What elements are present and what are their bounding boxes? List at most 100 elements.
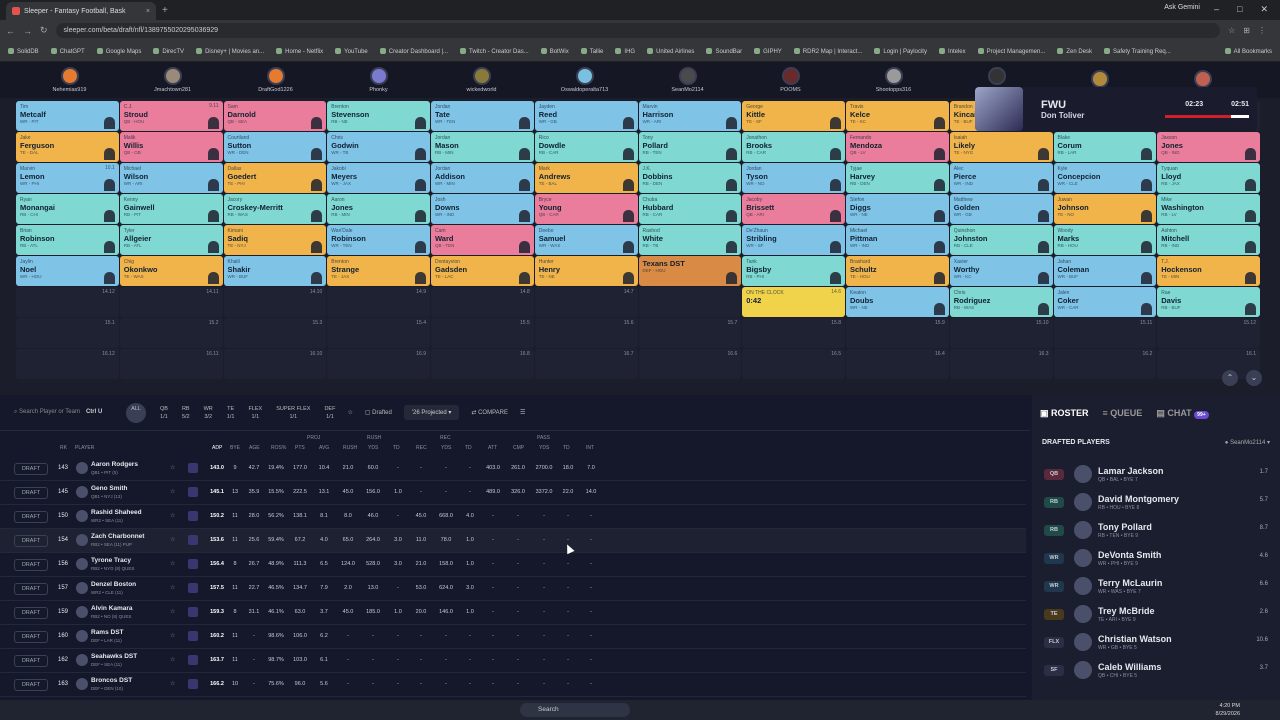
expand-down-icon[interactable]: ⌄ — [1246, 370, 1262, 386]
team-slot[interactable]: POOMS — [739, 62, 842, 98]
pick-card[interactable]: Jacoby Brissett QB - ARI — [742, 194, 845, 224]
draft-button[interactable]: DRAFT — [14, 631, 48, 643]
bookmark-link[interactable]: SoundBar — [706, 48, 742, 55]
forward-icon[interactable]: → — [23, 26, 32, 36]
draft-button[interactable]: DRAFT — [14, 535, 48, 547]
player-name[interactable]: Rams DST — [91, 629, 124, 636]
pick-card[interactable]: Kyle Concepcion WR - CLE — [1053, 163, 1157, 193]
column-header[interactable]: CMP — [513, 445, 524, 451]
roster-player[interactable]: QB Lamar Jackson QB • BAL • BYE 7 1.7 — [1038, 461, 1268, 489]
bookmark-link[interactable]: BotWix — [541, 48, 569, 55]
star-icon[interactable]: ☆ — [170, 632, 175, 639]
pick-card[interactable]: Xavier Worthy WR - KC — [949, 256, 1053, 286]
bookmark-link[interactable]: RDR2 Map | Interact... — [794, 48, 863, 55]
star-icon[interactable]: ☆ — [170, 584, 175, 591]
pick-card[interactable]: Dontayvion Gadsden TE - LAC — [431, 256, 534, 286]
pick-card[interactable]: Dallas Goedert TE - PHI — [223, 163, 327, 193]
star-icon[interactable]: ☆ — [170, 656, 175, 663]
pick-card[interactable]: Tyjae Harvey RB - DEN — [846, 163, 949, 193]
column-header[interactable]: YDS — [539, 445, 549, 451]
compare-button[interactable]: ⇄ COMPARE — [471, 409, 508, 416]
star-icon[interactable]: ☆ — [170, 560, 175, 567]
roster-player[interactable]: FLX Christian Watson WR • GB • BYE 5 10.6 — [1038, 629, 1268, 657]
pick-card[interactable]: Marvin Harrison WR - ARI — [638, 101, 742, 131]
pick-card[interactable]: Michael Pittman WR - IND — [846, 225, 949, 255]
bookmark-link[interactable]: Creator Dashboard |... — [380, 48, 448, 55]
team-slot[interactable]: Shootopps316 — [842, 62, 945, 98]
player-row[interactable]: DRAFT 154 Zach Charbonnet RB2 • SEA (11) PU… — [0, 529, 1026, 553]
roster-player[interactable]: RB David Montgomery RB • HOU • BYE 8 5.7 — [1038, 489, 1268, 517]
column-header[interactable]: AVG — [319, 445, 329, 451]
column-header[interactable]: RUSH — [343, 445, 357, 451]
player-name[interactable]: Alvin Kamara — [91, 605, 133, 612]
collapse-up-icon[interactable]: ⌃ — [1222, 370, 1238, 386]
column-header[interactable]: PTS — [295, 445, 305, 451]
queue-icon[interactable] — [188, 559, 198, 569]
pick-card[interactable]: Isaiah Likely TE - NYG — [949, 132, 1053, 162]
pick-card[interactable]: Jayden Reed WR - GB — [534, 101, 638, 131]
player-name[interactable]: Rashid Shaheed — [91, 509, 142, 516]
bookmark-link[interactable]: ChatGPT — [51, 48, 85, 55]
pick-card[interactable]: Travis Kelce TE - KC — [846, 101, 949, 131]
draft-button[interactable]: DRAFT — [14, 583, 48, 595]
player-row[interactable]: DRAFT 150 Rashid Shaheed WR2 • SEA (11) ☆ 150… — [0, 505, 1026, 529]
player-row[interactable]: DRAFT 159 Alvin Kamara RB2 • NO (8) QUES ☆ 15… — [0, 601, 1026, 625]
pick-card[interactable]: J.K. Dobbins RB - DEN — [638, 163, 742, 193]
pick-card[interactable]: Jordan Tate WR - TEN — [431, 101, 534, 131]
pick-card[interactable]: Texans DST DEF - HOU — [638, 256, 742, 286]
pick-card[interactable]: Jacory Croskey-Merritt RB - WAS — [223, 194, 327, 224]
pick-card[interactable]: Quinshon Johnston RB - CLE — [949, 225, 1053, 255]
reload-icon[interactable]: ↻ — [40, 25, 48, 36]
queue-icon[interactable] — [188, 655, 198, 665]
drafted-toggle[interactable]: ▢ Drafted — [365, 409, 392, 416]
roster-player[interactable]: SF Caleb Williams QB • CHI • BYE 5 3.7 — [1038, 657, 1268, 685]
roster-player[interactable]: WR Terry McLaurin WR • WAS • BYE 7 6.6 — [1038, 573, 1268, 601]
column-header[interactable]: INT — [586, 445, 594, 451]
draft-button[interactable]: DRAFT — [14, 655, 48, 667]
pick-card[interactable]: Ryan Monangai RB - CHI — [16, 194, 119, 224]
queue-icon[interactable] — [188, 487, 198, 497]
pick-card[interactable]: Jaxson Jones QB - IND — [1157, 132, 1260, 162]
pick-card[interactable]: Rico Dowdle RB - CAR — [534, 132, 638, 162]
pick-card[interactable]: Brenton Stevenson RB - NE — [327, 101, 430, 131]
pick-card[interactable]: Blake Corum RB - LAR — [1053, 132, 1157, 162]
pick-card[interactable]: Courtland Sutton WR - DEN — [223, 132, 327, 162]
team-selector[interactable]: ● SeanMo2114 ▾ — [1225, 439, 1270, 446]
position-filter-rb[interactable]: RB 5/2 — [182, 405, 190, 421]
bookmark-link[interactable]: Google Maps — [97, 48, 142, 55]
pick-card[interactable]: Mark Andrews TE - BAL — [534, 163, 638, 193]
pick-card[interactable]: Malik Willis QB - GB — [119, 132, 223, 162]
pick-card[interactable]: Michael Wilson WR - ARI — [119, 163, 223, 193]
column-header[interactable]: BYE — [230, 445, 240, 451]
draft-button[interactable]: DRAFT — [14, 511, 48, 523]
roster-player[interactable]: RB Tony Pollard RB • TEN • BYE 9 8.7 — [1038, 517, 1268, 545]
pick-card[interactable]: Hunter Henry TE - NE — [534, 256, 638, 286]
team-slot[interactable]: SeanMo2114 — [636, 62, 739, 98]
pick-card[interactable]: Jordan Mason RB - MIN — [431, 132, 534, 162]
column-header[interactable]: AGE — [249, 445, 260, 451]
bookmark-link[interactable]: DirecTV — [153, 48, 184, 55]
pick-card[interactable]: Deebo Samuel WR - WAS — [534, 225, 638, 255]
bookmark-link[interactable]: Project Managemen... — [978, 48, 1046, 55]
pick-card[interactable]: Wan'Dale Robinson WR - TEN — [327, 225, 430, 255]
maximize-icon[interactable]: □ — [1237, 4, 1242, 15]
pick-card[interactable]: Jordan Tyson WR - NO — [742, 163, 845, 193]
team-slot[interactable]: DraftGod1226 — [224, 62, 327, 98]
position-filter-def[interactable]: DEF 1/1 — [324, 405, 335, 421]
url-field[interactable]: sleeper.com/beta/draft/nfl/1389755020295… — [55, 23, 1221, 38]
column-header[interactable]: YDS — [441, 445, 451, 451]
pick-card[interactable]: Jaylin Noel WR - HOU — [16, 256, 119, 286]
pick-card[interactable]: Sam Darnold QB - SEA — [223, 101, 327, 131]
pick-card[interactable]: Josh Downs WR - IND — [431, 194, 534, 224]
draft-button[interactable]: DRAFT — [14, 679, 48, 691]
player-row[interactable]: DRAFT 163 Broncos DST DEF • DEN (10) ☆ 166.2 1… — [0, 673, 1026, 697]
pick-card[interactable]: T.J. Hockenson TE - MIN — [1157, 256, 1260, 286]
player-name[interactable]: Aaron Rodgers — [91, 461, 138, 468]
draft-button[interactable]: DRAFT — [14, 463, 48, 475]
pick-card[interactable]: Tim Metcalf WR - PIT — [16, 101, 119, 131]
roster-player[interactable]: WR DeVonta Smith WR • PHI • BYE 9 4.6 — [1038, 545, 1268, 573]
ask-gemini-button[interactable]: Ask Gemini — [1164, 4, 1200, 11]
queue-icon[interactable] — [188, 583, 198, 593]
player-row[interactable]: DRAFT 160 Rams DST DEF • LAR (11) ☆ 160.2 11-9… — [0, 625, 1026, 649]
pick-card[interactable]: Chig Okonkwo TE - WAS — [119, 256, 223, 286]
